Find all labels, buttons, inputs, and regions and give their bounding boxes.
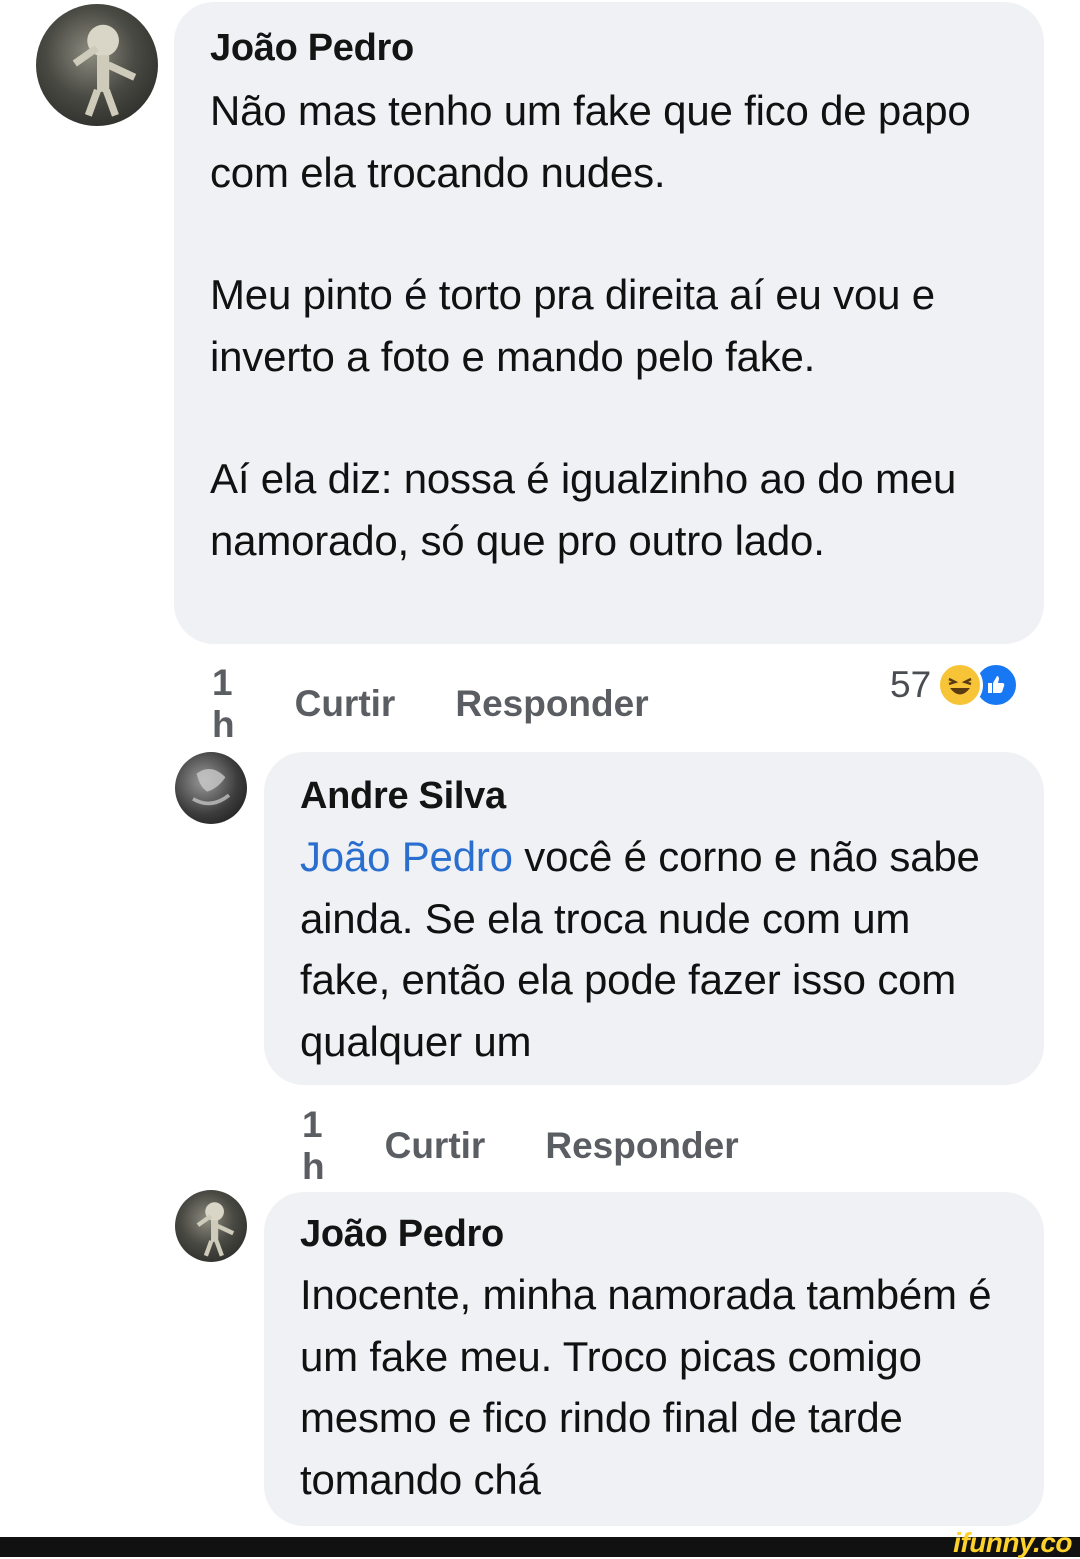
- comment-author[interactable]: João Pedro: [210, 26, 1044, 70]
- comment-actions: 1 h Curtir Responder: [212, 662, 649, 746]
- watermark-logo: ifunny.co: [953, 1527, 1072, 1558]
- avatar[interactable]: [175, 752, 247, 824]
- comment-paragraph: Não mas tenho um fake que fico de papo c…: [210, 87, 971, 196]
- reaction-summary[interactable]: 57: [890, 662, 1020, 708]
- comment-time[interactable]: 1 h: [212, 662, 235, 746]
- comment-text: Inocente, minha namorada também é um fak…: [300, 1271, 992, 1503]
- skeleton-avatar-icon: [196, 1202, 235, 1257]
- like-button[interactable]: Curtir: [385, 1125, 486, 1167]
- comment-paragraph: Meu pinto é torto pra direita aí eu vou …: [210, 271, 935, 380]
- skeleton-avatar-icon: [72, 24, 137, 117]
- comment-bubble: Andre Silva João Pedro você é corno e nã…: [264, 752, 1044, 1085]
- comment-time[interactable]: 1 h: [302, 1104, 325, 1188]
- comment-bubble: João Pedro Não mas tenho um fake que fic…: [174, 2, 1044, 644]
- comment-text: João Pedro você é corno e não sabe ainda…: [300, 826, 980, 1072]
- avatar[interactable]: [36, 4, 158, 126]
- haha-icon: [937, 662, 984, 708]
- comment-author[interactable]: Andre Silva: [300, 774, 1044, 818]
- comment-author[interactable]: João Pedro: [300, 1212, 1044, 1256]
- comment-paragraph: Aí ela diz: nossa é igualzinho ao do meu…: [210, 455, 957, 564]
- reply-button[interactable]: Responder: [455, 683, 648, 725]
- mention-link[interactable]: João Pedro: [300, 833, 513, 880]
- comment-text: Não mas tenho um fake que fico de papo c…: [210, 80, 1044, 571]
- comment-bubble: João Pedro Inocente, minha namorada tamb…: [264, 1192, 1044, 1526]
- reply-button[interactable]: Responder: [545, 1125, 738, 1167]
- reaction-count: 57: [890, 664, 932, 705]
- footer-bar: [0, 1537, 1080, 1557]
- avatar[interactable]: [175, 1190, 247, 1262]
- profile-photo-icon: [192, 768, 231, 806]
- comment-actions: 1 h Curtir Responder: [302, 1104, 739, 1188]
- like-button[interactable]: Curtir: [295, 683, 396, 725]
